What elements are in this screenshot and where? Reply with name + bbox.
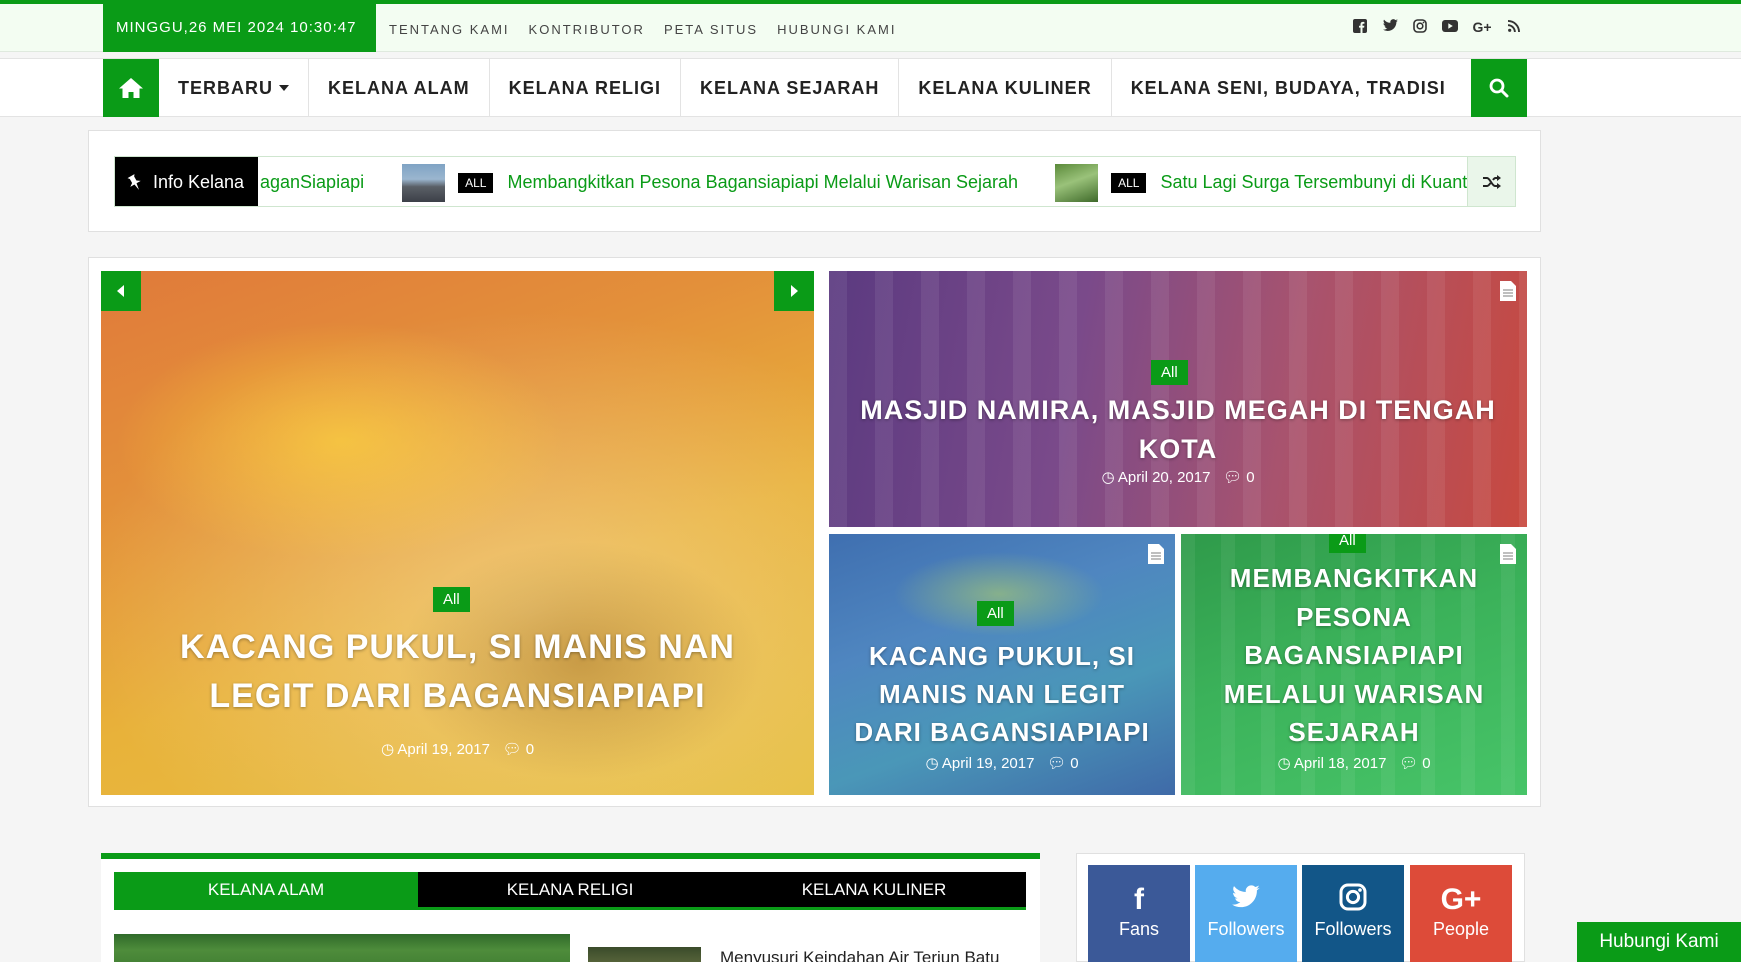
post-title[interactable]: MEMBANGKITKAN PESONA BAGANSIAPIAPI MELAL… [1181,559,1527,752]
nav-item-kelana-religi[interactable]: KELANA RELIGI [490,59,681,117]
category-tabs: KELANA ALAM KELANA RELIGI KELANA KULINER [114,872,1026,910]
post-image[interactable] [114,934,570,962]
ticker-item-link[interactable]: Membangkitkan Pesona Bagansiapiapi Melal… [507,172,1018,193]
nav-item-terbaru[interactable]: TERBARU [159,59,309,117]
instagram-icon [1302,883,1404,917]
instagram-icon[interactable] [1412,19,1428,35]
category-badge[interactable]: All [433,587,470,612]
clock-icon: ◷ [1101,469,1115,486]
tab-kelana-kuliner[interactable]: KELANA KULINER [722,872,1026,907]
nav-item-kelana-kuliner[interactable]: KELANA KULINER [899,59,1112,117]
twitter-icon [1195,883,1297,917]
post-title[interactable]: KACANG PUKUL, SI MANIS NAN LEGIT DARI BA… [101,623,814,721]
document-icon [1499,280,1517,307]
facebook-icon: f [1134,883,1144,916]
social-counter-instagram[interactable]: Followers [1302,865,1404,962]
featured-posts: All KACANG PUKUL, SI MANIS NAN LEGIT DAR… [88,257,1541,807]
social-counter-facebook[interactable]: f Fans [1088,865,1190,962]
main-nav: TERBARU KELANA ALAM KELANA RELIGI KELANA… [0,58,1741,117]
ticker-badge: ALL [458,172,494,193]
post-meta: ◷ April 18, 2017 💬︎ 0 [1277,755,1431,772]
comments-icon: 💬︎ [502,741,522,758]
post-title[interactable]: KACANG PUKUL, SI MANIS NAN LEGIT DARI BA… [829,637,1175,751]
ticker-items: aganSiapiapi ALL Membangkitkan Pesona Ba… [258,157,1515,206]
ticker-thumbnail[interactable] [1055,163,1099,202]
ticker-item-fragment[interactable]: aganSiapiapi [260,172,364,193]
caret-right-icon [791,285,798,297]
social-counter-twitter[interactable]: Followers [1195,865,1297,962]
search-button[interactable] [1471,59,1527,117]
search-icon [1489,78,1509,98]
youtube-icon[interactable] [1442,19,1458,35]
facebook-icon[interactable] [1352,19,1368,35]
shuffle-button[interactable] [1467,157,1515,206]
post-title[interactable]: MASJID NAMIRA, MASJID MEGAH DI TENGAH KO… [829,391,1527,469]
date-time: MINGGU,26 MEI 2024 10:30:47 [103,4,376,52]
clock-icon: ◷ [380,741,395,758]
category-tabs-section: KELANA ALAM KELANA RELIGI KELANA KULINER… [101,853,1040,962]
comments-icon: 💬︎ [1222,469,1243,486]
social-counter-google-plus[interactable]: G+ People [1410,865,1512,962]
document-icon [1147,543,1165,570]
tab-kelana-religi[interactable]: KELANA RELIGI [418,872,722,907]
google-plus-icon: G+ [1440,883,1482,916]
featured-top-right[interactable]: All MASJID NAMIRA, MASJID MEGAH DI TENGA… [829,271,1527,527]
featured-bottom-left[interactable]: All KACANG PUKUL, SI MANIS NAN LEGIT DAR… [829,534,1175,795]
twitter-icon[interactable] [1382,19,1398,35]
top-links: TENTANG KAMI KONTRIBUTOR PETA SITUS HUBU… [389,22,896,37]
top-link-peta-situs[interactable]: PETA SITUS [664,22,758,37]
slider-next-button[interactable] [774,271,814,311]
post-thumbnail[interactable] [588,947,701,962]
caret-left-icon [117,285,124,297]
post-meta: ◷ April 20, 2017 💬︎ 0 [1101,469,1255,486]
google-plus-icon[interactable]: G+ [1472,19,1492,35]
tab-kelana-alam[interactable]: KELANA ALAM [114,872,418,907]
top-bar: MINGGU,26 MEI 2024 10:30:47 TENTANG KAMI… [0,4,1741,52]
nav-item-kelana-sejarah[interactable]: KELANA SEJARAH [681,59,900,117]
social-links: G+ [1352,19,1522,35]
comments-icon: 💬︎ [1046,755,1067,772]
top-link-hubungi-kami[interactable]: HUBUNGI KAMI [777,22,896,37]
contact-us-button[interactable]: Hubungi Kami [1577,922,1741,962]
post-link[interactable]: Menyusuri Keindahan Air Terjun Batu [720,948,999,962]
home-icon [119,78,143,98]
category-badge[interactable]: All [1329,534,1366,553]
featured-bottom-right[interactable]: All MEMBANGKITKAN PESONA BAGANSIAPIAPI M… [1181,534,1527,795]
ticker-item-link[interactable]: Satu Lagi Surga Tersembunyi di Kuantan [1160,172,1487,193]
clock-icon: ◷ [925,755,939,772]
ticker-label: Info Kelana [115,157,258,206]
ticker-thumbnail[interactable] [402,163,446,202]
ticker-badge: ALL [1111,172,1147,193]
category-badge[interactable]: All [1151,360,1188,385]
post-meta: ◷ April 19, 2017 💬︎ 0 [380,741,535,758]
nav-item-kelana-alam[interactable]: KELANA ALAM [309,59,490,117]
rss-icon[interactable] [1506,19,1522,35]
comments-icon: 💬︎ [1398,755,1419,772]
news-ticker: Info Kelana aganSiapiapi ALL Membangkitk… [114,156,1516,207]
nav-item-kelana-seni-budaya-tradisi[interactable]: KELANA SENI, BUDAYA, TRADISI [1112,59,1465,117]
category-badge[interactable]: All [977,601,1014,626]
social-counters: f Fans Followers Followers G+ People [1076,853,1525,962]
clock-icon: ◷ [1277,755,1291,772]
news-ticker-section: Info Kelana aganSiapiapi ALL Membangkitk… [88,130,1541,232]
pin-icon [127,173,141,190]
nav-menu: TERBARU KELANA ALAM KELANA RELIGI KELANA… [159,59,1465,117]
home-button[interactable] [103,59,159,117]
post-meta: ◷ April 19, 2017 💬︎ 0 [925,755,1079,772]
featured-main-slide[interactable]: All KACANG PUKUL, SI MANIS NAN LEGIT DAR… [101,271,814,795]
slider-prev-button[interactable] [101,271,141,311]
shuffle-icon [1482,174,1501,189]
caret-down-icon [279,85,289,91]
top-link-kontributor[interactable]: KONTRIBUTOR [529,22,645,37]
top-link-tentang-kami[interactable]: TENTANG KAMI [389,22,510,37]
